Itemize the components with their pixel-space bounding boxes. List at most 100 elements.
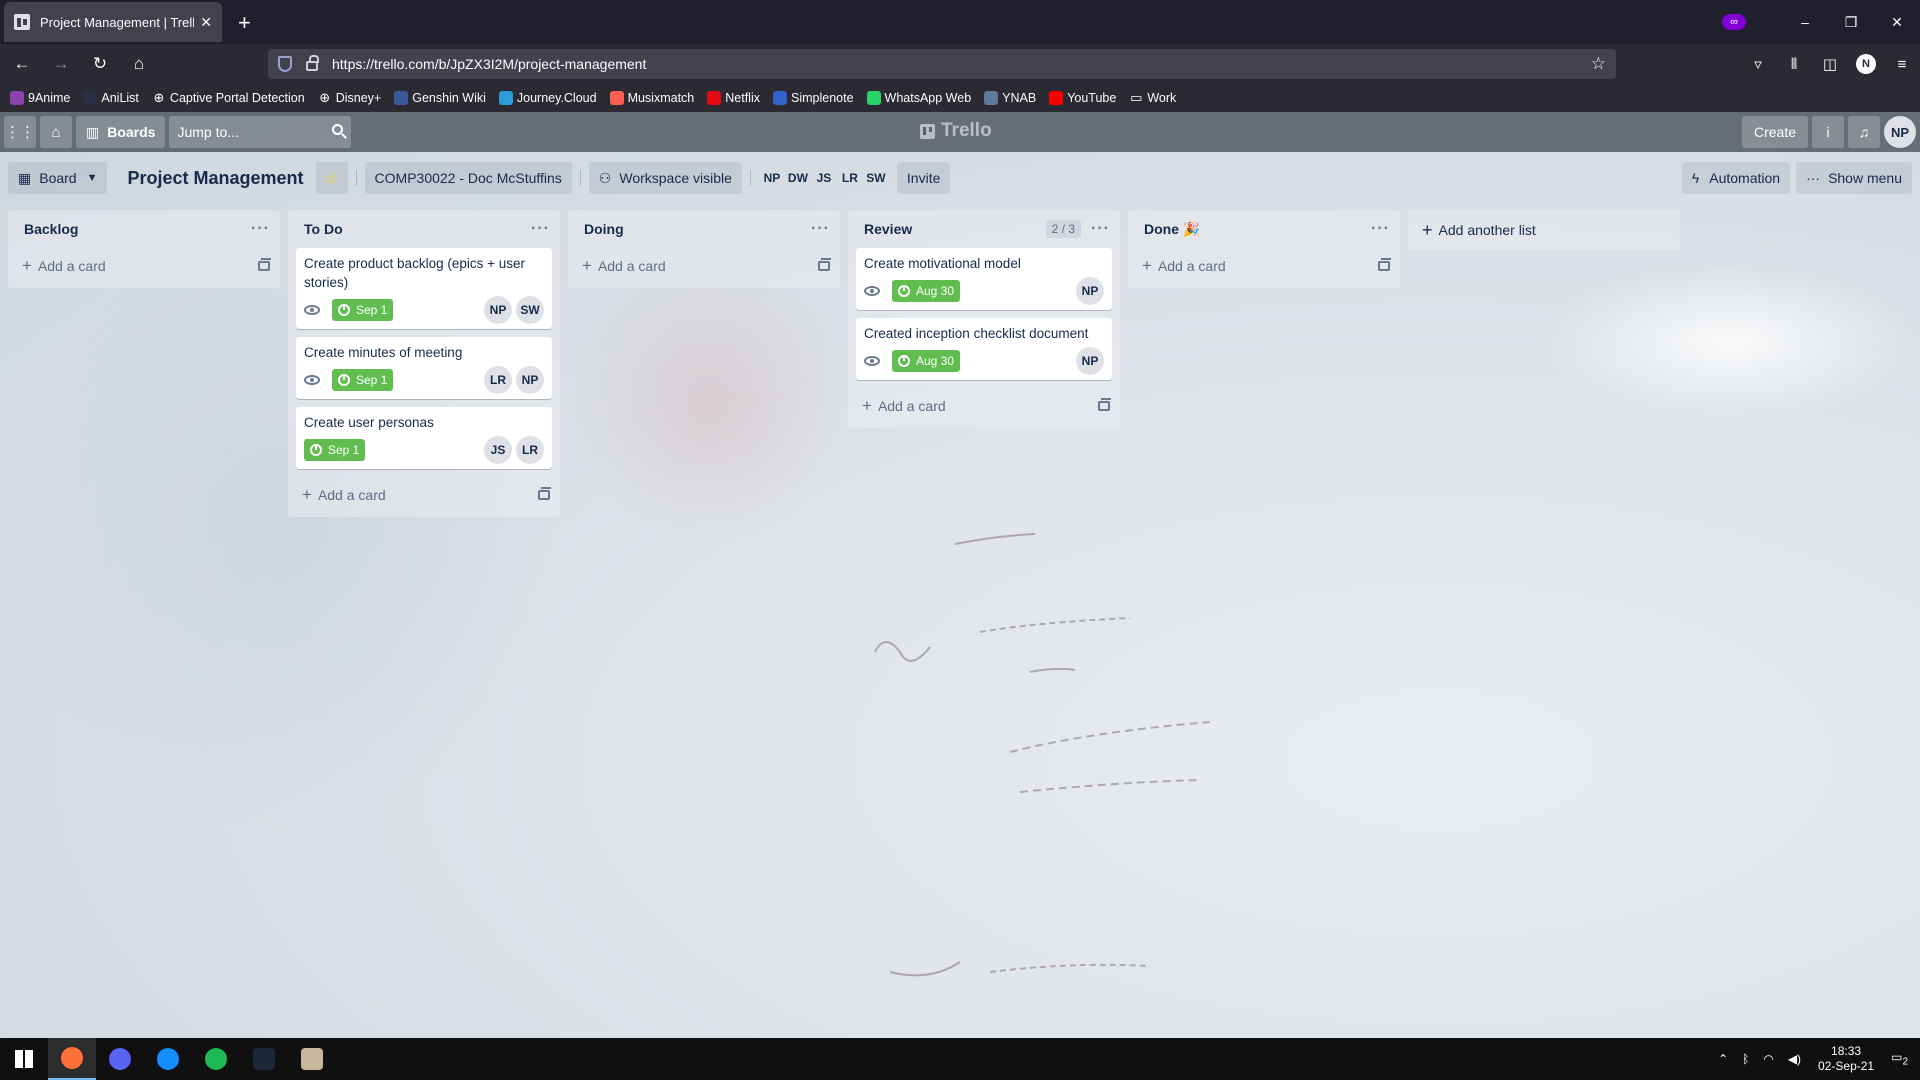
bookmark-star-icon[interactable]: ☆	[1591, 54, 1606, 74]
lock-icon[interactable]	[306, 55, 319, 71]
info-icon[interactable]: i	[1812, 116, 1844, 148]
list-title[interactable]: Doing	[584, 221, 811, 237]
windows-start-icon[interactable]	[0, 1038, 48, 1080]
card-member-avatar[interactable]: NP	[516, 366, 544, 394]
card-member-avatar[interactable]: NP	[1076, 347, 1104, 375]
list-header[interactable]: Backlog ···	[8, 210, 280, 248]
list-header[interactable]: To Do ···	[288, 210, 560, 248]
home-button[interactable]: ⌂	[40, 116, 72, 148]
list-title[interactable]: To Do	[304, 221, 531, 237]
list-title[interactable]: Backlog	[24, 221, 251, 237]
member-avatar[interactable]: NP	[759, 164, 785, 192]
discord-icon[interactable]	[96, 1038, 144, 1080]
bookmark-item[interactable]: Journey.Cloud	[498, 91, 597, 105]
notifications-bell-icon[interactable]: ♫	[1848, 116, 1880, 148]
show-menu-button[interactable]: ··· Show menu	[1796, 162, 1912, 194]
list-menu-icon[interactable]: ···	[251, 220, 270, 238]
add-card-button[interactable]: + Add a card	[848, 388, 1120, 424]
volume-icon[interactable]: ◀)	[1788, 1052, 1801, 1066]
browser-tab[interactable]: Project Management | Trello ✕	[4, 2, 222, 42]
back-arrow-icon[interactable]: ←	[5, 54, 39, 74]
due-date-badge[interactable]: Sep 1	[304, 439, 366, 461]
card-title[interactable]: Create minutes of meeting	[304, 343, 544, 362]
add-card-button[interactable]: + Add a card	[1128, 248, 1400, 284]
bookmark-item[interactable]: ⊕ Captive Portal Detection	[151, 90, 305, 105]
bookmark-item[interactable]: Genshin Wiki	[394, 91, 486, 105]
card-member-avatar[interactable]: LR	[484, 366, 512, 394]
star-board-icon[interactable]: ☆	[315, 162, 348, 194]
spotify-icon[interactable]	[192, 1038, 240, 1080]
card-template-icon[interactable]	[1378, 258, 1391, 271]
library-icon[interactable]: ⫴	[1776, 56, 1812, 73]
new-tab-button[interactable]: +	[238, 10, 251, 36]
notification-center-icon[interactable]: ▭2	[1891, 1050, 1908, 1067]
bookmark-item[interactable]: 9Anime	[10, 91, 70, 105]
due-date-badge[interactable]: Aug 30	[892, 350, 961, 372]
card[interactable]: Create motivational model Aug 30 NP	[856, 248, 1112, 310]
card[interactable]: Created inception checklist document Aug …	[856, 318, 1112, 380]
create-button[interactable]: Create	[1741, 116, 1808, 148]
card-template-icon[interactable]	[258, 258, 271, 271]
bluetooth-icon[interactable]: ᛒ	[1742, 1052, 1749, 1066]
board-title[interactable]: Project Management	[115, 168, 315, 189]
bookmark-item[interactable]: WhatsApp Web	[866, 91, 971, 105]
list-menu-icon[interactable]: ···	[1371, 220, 1390, 238]
list-header[interactable]: Done 🎉 ···	[1128, 210, 1400, 248]
restore-button[interactable]: ❐	[1828, 14, 1874, 31]
list-menu-icon[interactable]: ···	[1091, 220, 1110, 238]
card[interactable]: Create minutes of meeting Sep 1 LR NP	[296, 337, 552, 399]
member-avatar[interactable]: SW	[863, 164, 889, 192]
bookmark-item[interactable]: Netflix	[707, 91, 760, 105]
bookmark-item[interactable]: Musixmatch	[609, 91, 694, 105]
visibility-button[interactable]: ⚇ Workspace visible	[588, 162, 742, 194]
firefox-icon[interactable]	[48, 1038, 96, 1080]
workspace-button[interactable]: COMP30022 - Doc McStuffins	[364, 162, 572, 194]
card-title[interactable]: Create user personas	[304, 413, 544, 432]
add-card-button[interactable]: + Add a card	[288, 477, 560, 513]
bookmark-item[interactable]: Simplenote	[772, 91, 854, 105]
card-template-icon[interactable]	[1098, 398, 1111, 411]
member-avatar[interactable]: DW	[785, 164, 811, 192]
home-icon[interactable]: ⌂	[122, 54, 156, 74]
bookmark-item[interactable]: AniList	[83, 91, 139, 105]
forward-arrow-icon[interactable]: →	[44, 54, 78, 74]
firefox-account-avatar[interactable]: N	[1856, 54, 1876, 74]
card-member-avatar[interactable]: SW	[516, 296, 544, 324]
card-title[interactable]: Create motivational model	[864, 254, 1104, 273]
url-text[interactable]: https://trello.com/b/JpZX3I2M/project-ma…	[332, 56, 646, 72]
tab-close-icon[interactable]: ✕	[200, 14, 212, 31]
list-title[interactable]: Done 🎉	[1144, 221, 1371, 238]
app-switcher-icon[interactable]: ⋮⋮	[4, 116, 36, 148]
card-member-avatar[interactable]: LR	[516, 436, 544, 464]
bookmark-item[interactable]: ⊕ Disney+	[317, 90, 381, 105]
list-header[interactable]: Doing ···	[568, 210, 840, 248]
member-avatar[interactable]: LR	[837, 164, 863, 192]
list-header[interactable]: Review 2 / 3 ···	[848, 210, 1120, 248]
pocket-icon[interactable]: ▿	[1740, 55, 1776, 73]
bookmark-item[interactable]: YNAB	[984, 91, 1036, 105]
sidebar-icon[interactable]: ◫	[1812, 55, 1848, 73]
due-date-badge[interactable]: Aug 30	[892, 280, 961, 302]
card-title[interactable]: Created inception checklist document	[864, 324, 1104, 343]
reload-icon[interactable]: ↻	[83, 54, 117, 74]
genshin-app-icon[interactable]	[288, 1038, 336, 1080]
url-bar[interactable]: https://trello.com/b/JpZX3I2M/project-ma…	[268, 49, 1616, 79]
automation-button[interactable]: ϟ Automation	[1681, 162, 1791, 194]
bookmark-item[interactable]: YouTube	[1049, 91, 1116, 105]
due-date-badge[interactable]: Sep 1	[332, 299, 394, 321]
card-title[interactable]: Create product backlog (epics + user sto…	[304, 254, 544, 292]
card-member-avatar[interactable]: JS	[484, 436, 512, 464]
add-another-list-button[interactable]: + Add another list	[1408, 210, 1680, 250]
steam-icon[interactable]	[240, 1038, 288, 1080]
wifi-icon[interactable]: ◠	[1763, 1052, 1773, 1066]
bookmark-item[interactable]: ▭ Work	[1129, 90, 1176, 105]
battlenet-icon[interactable]	[144, 1038, 192, 1080]
invite-button[interactable]: Invite	[896, 162, 951, 194]
member-avatar[interactable]: JS	[811, 164, 837, 192]
card-member-avatar[interactable]: NP	[484, 296, 512, 324]
list-title[interactable]: Review	[864, 221, 1046, 237]
clock[interactable]: 18:33 02-Sep-21	[1818, 1044, 1874, 1074]
add-card-button[interactable]: + Add a card	[568, 248, 840, 284]
add-card-button[interactable]: + Add a card	[8, 248, 280, 284]
chevron-up-icon[interactable]: ⌃	[1718, 1052, 1728, 1066]
